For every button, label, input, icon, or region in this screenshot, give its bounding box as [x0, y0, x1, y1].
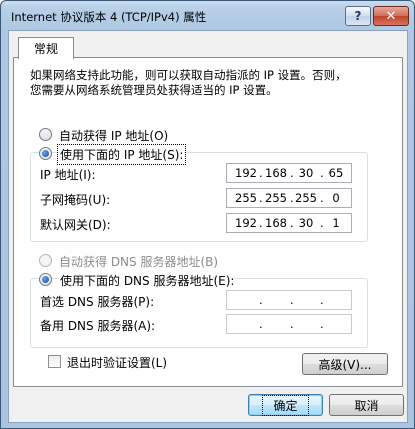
auto-dns-radio[interactable]	[39, 254, 52, 267]
alternate-dns-label: 备用 DNS 服务器(A):	[40, 319, 156, 333]
ip-address-label: IP 地址(I):	[40, 168, 96, 182]
cancel-button-label: 取消	[354, 398, 379, 413]
dns-dot: .	[320, 317, 324, 331]
ip-address-input[interactable]: 192 . 168 . 30 . 65	[226, 163, 352, 183]
close-button[interactable]: ✕	[373, 6, 409, 26]
advanced-button-label: 高级(V)...	[318, 357, 372, 372]
advanced-button[interactable]: 高级(V)...	[302, 353, 388, 375]
validate-on-exit-label: 退出时验证设置(L)	[67, 356, 168, 370]
auto-dns-label: 自动获得 DNS 服务器地址(B)	[59, 255, 219, 269]
dns-dot: .	[320, 293, 324, 307]
tab-general[interactable]: 常规	[18, 37, 74, 59]
gateway-octet-4: 1	[332, 216, 340, 230]
dns-dot: .	[259, 293, 263, 307]
gateway-octet-1: 192	[235, 216, 257, 230]
manual-ip-radio[interactable]	[39, 147, 52, 160]
alternate-dns-input[interactable]: . . .	[226, 314, 352, 334]
tab-general-label: 常规	[33, 42, 58, 56]
default-gateway-input[interactable]: 192 . 168 . 30 . 1	[226, 213, 352, 233]
preferred-dns-input[interactable]: . . .	[226, 290, 352, 310]
ip-octet-2: 168	[265, 166, 287, 180]
cancel-button[interactable]: 取消	[329, 394, 404, 416]
dns-dot: .	[290, 317, 294, 331]
help-button[interactable]: ?	[345, 6, 371, 26]
dns-dot: .	[290, 293, 294, 307]
auto-ip-label: 自动获得 IP 地址(O)	[59, 129, 169, 143]
manual-ip-label: 使用下面的 IP 地址(S):	[56, 144, 187, 165]
description-line-1: 如果网络支持此功能，则可以获取自动指派的 IP 设置。否则，	[30, 68, 347, 82]
ok-button-label: 确定	[262, 394, 309, 416]
gateway-octet-2: 168	[265, 216, 287, 230]
subnet-mask-input[interactable]: 255 . 255 . 255 . 0	[226, 188, 352, 208]
subnet-mask-label: 子网掩码(U):	[40, 193, 111, 207]
mask-octet-3: 255	[295, 191, 317, 205]
manual-dns-radio[interactable]	[39, 273, 52, 286]
preferred-dns-label: 首选 DNS 服务器(P):	[40, 295, 155, 309]
window-title: Internet 协议版本 4 (TCP/IPv4) 属性	[11, 10, 207, 24]
question-mark-icon: ?	[354, 9, 362, 23]
dns-dot: .	[259, 317, 263, 331]
description-line-2: 您需要从网络系统管理员处获得适当的 IP 设置。	[30, 83, 278, 97]
ip-octet-4: 65	[328, 166, 344, 180]
close-icon: ✕	[385, 8, 397, 24]
dialog-window: Internet 协议版本 4 (TCP/IPv4) 属性 ? ✕ 如果网络支持…	[0, 0, 415, 429]
mask-octet-2: 255	[265, 191, 287, 205]
title-bar[interactable]: Internet 协议版本 4 (TCP/IPv4) 属性 ? ✕	[1, 1, 414, 29]
auto-ip-radio[interactable]	[39, 128, 52, 141]
validate-on-exit-checkbox[interactable]	[48, 355, 61, 368]
tab-panel-general: 如果网络支持此功能，则可以获取自动指派的 IP 设置。否则， 您需要从网络系统管…	[13, 57, 403, 387]
manual-dns-label: 使用下面的 DNS 服务器地址(E):	[59, 272, 236, 289]
mask-octet-4: 0	[332, 191, 340, 205]
mask-octet-1: 255	[235, 191, 257, 205]
ok-button[interactable]: 确定	[248, 394, 323, 416]
dialog-client-area: 如果网络支持此功能，则可以获取自动指派的 IP 设置。否则， 您需要从网络系统管…	[8, 30, 408, 423]
default-gateway-label: 默认网关(D):	[40, 218, 111, 232]
gateway-octet-3: 30	[298, 216, 314, 230]
ip-octet-3: 30	[298, 166, 314, 180]
ip-octet-1: 192	[235, 166, 257, 180]
